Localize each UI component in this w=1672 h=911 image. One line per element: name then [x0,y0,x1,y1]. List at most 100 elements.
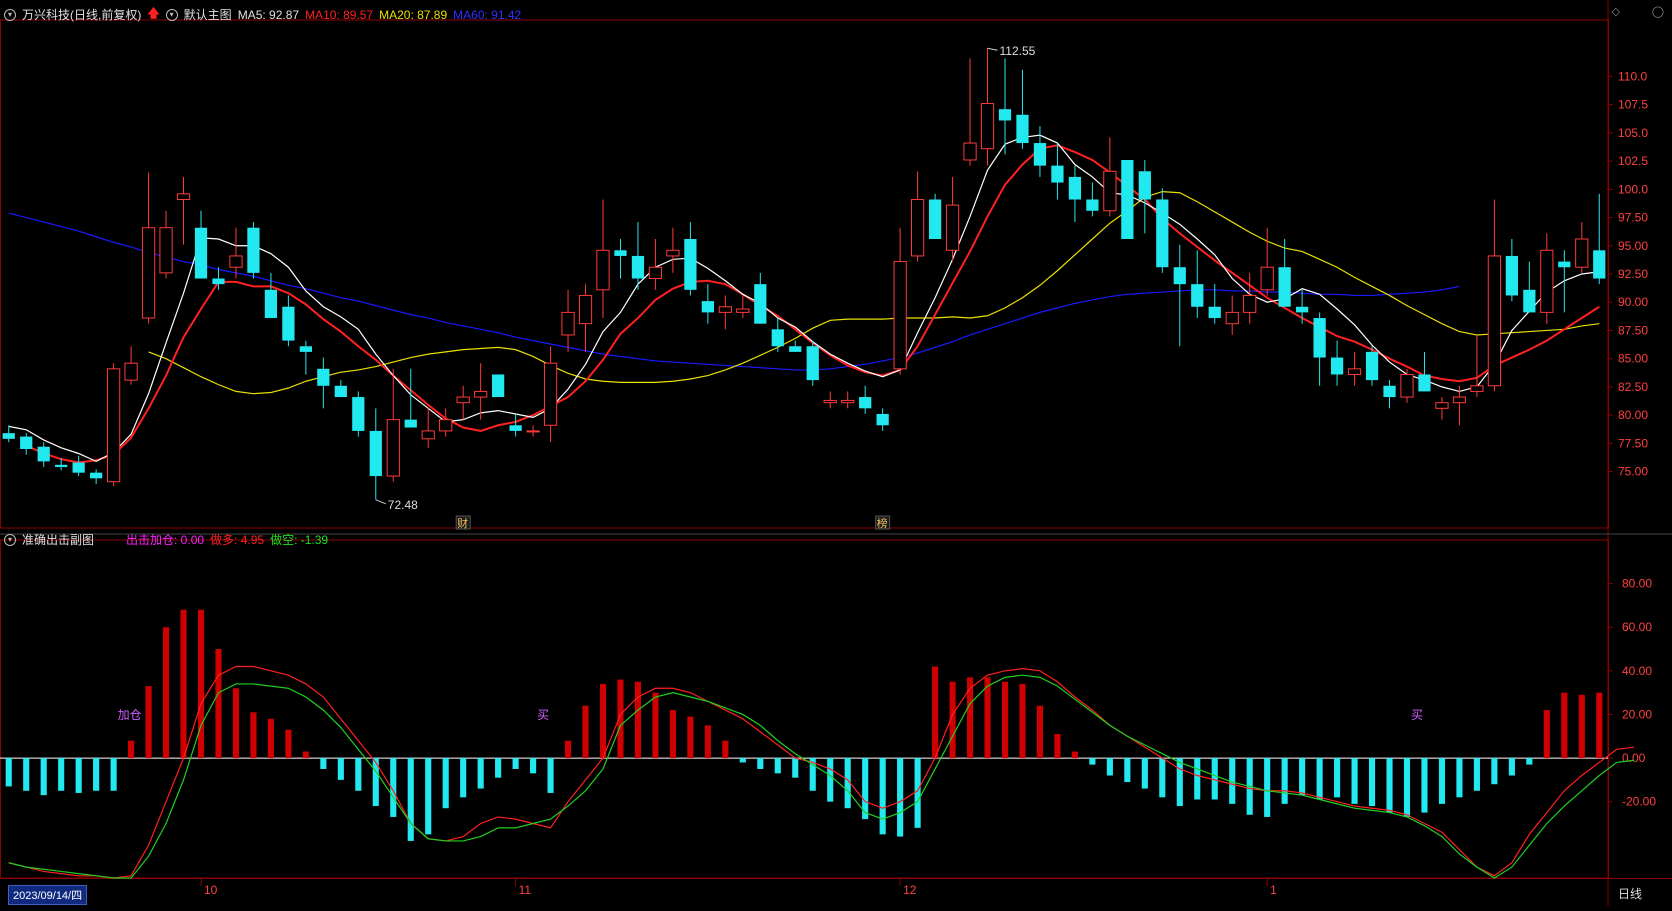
month-label: 1 [1270,883,1277,897]
main-ytick-label: 75.00 [1618,465,1648,479]
sub-hist-bar [1106,758,1113,776]
stock-chart: 75.00 77.50 80.00 82.50 85.00 87.50 90.00 92.50… [0,0,1672,906]
sub-hist-bar [1071,751,1078,759]
candle-body-down [998,109,1012,121]
main-ytick-label: 80.00 [1618,408,1648,422]
candle-body-down [806,346,819,381]
sub-hist-bar [128,740,135,759]
sub-hist-bar [1019,683,1026,759]
sub-hist-bar [599,683,607,759]
month-label: 11 [519,883,532,897]
sub-hist-bar [547,758,554,793]
sub-value-1: 出击加仓: 0.00 [126,533,205,547]
candle-body-down [614,250,627,256]
sub-hist-bar [704,725,711,759]
sub-hist-bar [966,677,974,759]
main-chart-name[interactable]: 默认主图 [184,6,232,23]
sub-hist-bar [1491,758,1498,785]
sub-hist-bar [827,758,834,802]
sub-hist-bar [215,649,222,759]
sub-hist-bar [460,758,467,798]
sub-annotation: 买 [537,708,549,722]
candle-body-up [1347,368,1362,375]
candle-body-up [526,430,540,433]
sub-hist-bar [1386,758,1393,813]
sub-annotation: 买 [1411,708,1423,722]
candle-body-up [1400,373,1414,398]
candle-body-up [666,249,680,257]
dropdown-icon[interactable]: ▾ [165,8,178,21]
sub-hist-bar [1001,681,1009,759]
candle-body-down [212,278,225,285]
sub-hist-bar [442,758,449,809]
candle-body-down [72,462,85,473]
candle-body-down [247,227,260,273]
sub-hist-bar [687,716,694,759]
sub-hist-bar [1596,692,1603,759]
candle-body-down [859,397,872,409]
main-ytick-label: 82.50 [1618,380,1648,394]
stock-title[interactable]: 万兴科技(日线,前复权) [22,6,141,23]
sub-hist-bar [512,758,519,769]
sub-hist-bar [914,758,921,828]
sub-hist-bar [984,677,991,759]
period-label[interactable]: 日线 [1618,885,1642,902]
candle-body-down [1296,306,1309,313]
candle-body-down [317,368,330,386]
candle-body-down [2,433,15,439]
candle-body-up [176,193,191,200]
minimize-icon[interactable]: ◯ [1652,5,1664,18]
candle-body-down [509,425,522,431]
collapse-icon[interactable]: ▾ [4,8,16,21]
sub-hist-bar [1194,758,1201,800]
sub-annotation: 加仓 [118,708,142,722]
sub-hist-bar [1421,758,1428,813]
sub-ytick-label: 40.00 [1622,664,1652,678]
candle-body-down [37,446,50,462]
sub-hist-bar [879,758,886,835]
candle-body-down [771,329,784,347]
ma60-value: MA60: 91.42 [453,7,522,22]
candle-body-down [1208,306,1221,319]
sub-hist-bar [530,758,537,774]
sub-hist-bar [1403,758,1411,817]
sub-chart-header: ▾ 准确出击副图 出击加仓: 0.00 做多: 4.95 做空: -1.39 [4,531,328,548]
diamond-icon[interactable]: ◇ [1612,5,1620,18]
main-ytick-label: 85.00 [1618,352,1648,366]
candle-body-up [421,430,435,440]
sub-hist-bar [180,609,187,759]
main-chart-svg: 75.00 77.50 80.00 82.50 85.00 87.50 90.00 92.50… [0,0,1672,906]
current-date: 2023/09/14/四 [8,885,88,905]
candle-body-up [893,261,907,370]
candle-body-up [1225,311,1239,325]
sub-hist-bar [1281,758,1288,804]
sub-hist-bar [1141,758,1148,789]
sub-chart-title[interactable]: 准确出击副图 [22,531,94,548]
candle-body-down [1191,284,1204,307]
sub-hist-bar [1264,758,1271,817]
candle-body-up [578,294,593,325]
candle-body-down [1156,199,1169,268]
candle-body-down [352,397,365,431]
candle-body-down [631,255,645,279]
candle-body-down [1330,357,1344,375]
candle-body-down [1365,351,1379,381]
candle-body-up [736,308,750,313]
candle-body-down [1068,176,1082,200]
candle-body-up [386,419,400,477]
sub-hist-bar [1543,710,1550,759]
sub-hist-bar [1473,758,1480,791]
sub-hist-bar [407,758,414,841]
sub-hist-bar [1036,705,1044,759]
candle-body-up [1452,396,1467,404]
sub-dropdown-icon[interactable]: ▾ [4,533,16,546]
main-ytick-label: 110.0 [1618,69,1647,83]
sub-hist-bar [1438,758,1446,804]
sub-hist-bar [145,686,152,759]
main-ytick-label: 87.50 [1618,323,1648,337]
candle-body-down [334,385,347,398]
candle-body-down [1016,114,1029,144]
candle-body-up [561,311,575,336]
main-ytick-label: 100.0 [1618,182,1648,196]
candle-body-down [492,374,505,398]
